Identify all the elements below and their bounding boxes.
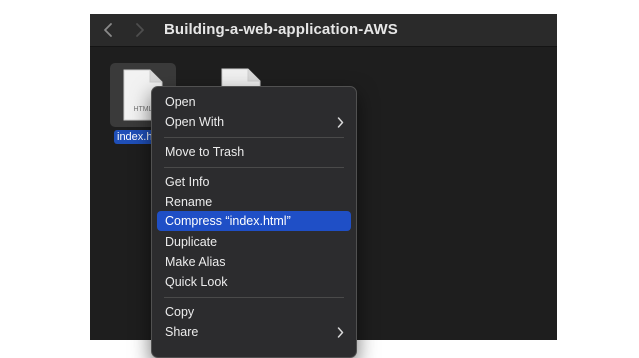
menu-item-make-alias[interactable]: Make Alias [157, 252, 351, 272]
menu-item-copy[interactable]: Copy [157, 302, 351, 322]
chevron-right-icon [136, 23, 144, 37]
chevron-left-icon [104, 23, 112, 37]
menu-item-compress[interactable]: Compress “index.html” [157, 211, 351, 231]
file-name-label[interactable]: index.h [114, 130, 156, 144]
menu-item-get-info[interactable]: Get Info [157, 172, 351, 192]
title-bar: Building-a-web-application-AWS [90, 14, 557, 47]
menu-item-share[interactable]: Share [157, 322, 351, 342]
menu-item-label: Quick Look [165, 275, 228, 289]
menu-item-rename[interactable]: Rename [157, 192, 351, 212]
window-title: Building-a-web-application-AWS [164, 21, 398, 38]
back-button[interactable] [98, 20, 118, 40]
menu-item-open[interactable]: Open [157, 92, 351, 112]
chevron-right-icon [337, 117, 344, 128]
menu-item-label: Open With [165, 115, 225, 129]
menu-item-open-with[interactable]: Open With [157, 112, 351, 132]
context-menu: Open Open With Move to Trash Get Info Re… [151, 86, 357, 358]
menu-item-label: Get Info [165, 175, 210, 189]
menu-item-duplicate[interactable]: Duplicate [157, 232, 351, 252]
menu-item-label: Rename [165, 195, 213, 209]
menu-separator [164, 297, 344, 298]
menu-item-label: Duplicate [165, 235, 218, 249]
menu-item-label: Move to Trash [165, 145, 245, 159]
menu-item-move-to-trash[interactable]: Move to Trash [157, 142, 351, 162]
menu-item-label: Copy [165, 305, 195, 319]
menu-item-label: Share [165, 325, 199, 339]
menu-item-label: Compress “index.html” [165, 214, 291, 228]
menu-separator [164, 167, 344, 168]
chevron-right-icon [337, 327, 344, 338]
menu-item-label: Open [165, 95, 196, 109]
menu-item-quick-look[interactable]: Quick Look [157, 272, 351, 292]
menu-item-label: Make Alias [165, 255, 226, 269]
menu-separator [164, 137, 344, 138]
forward-button[interactable] [130, 20, 150, 40]
